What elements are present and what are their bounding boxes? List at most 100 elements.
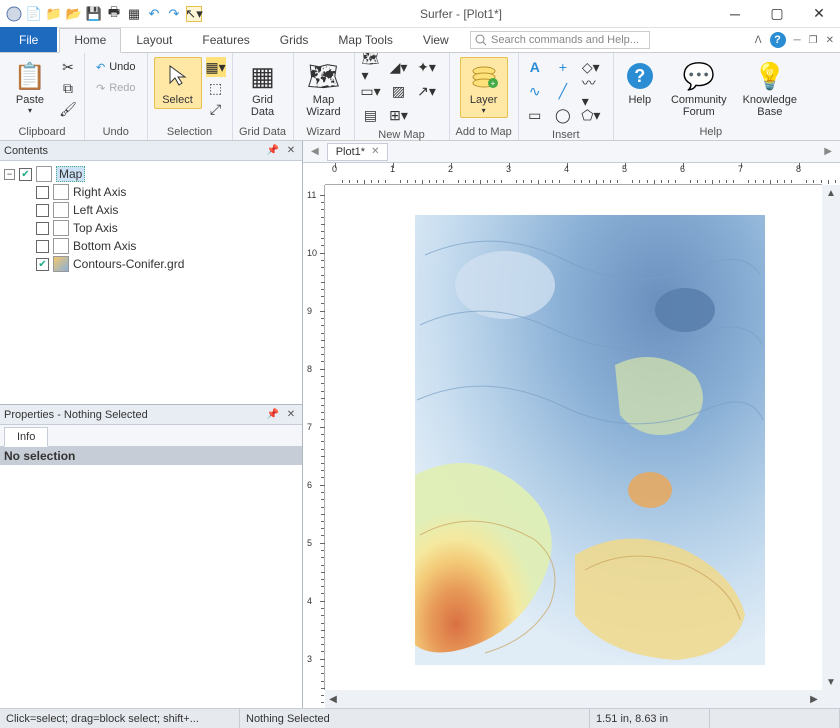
tab-view[interactable]: View xyxy=(408,28,464,52)
insert-rect-button[interactable]: ▭ xyxy=(525,105,545,125)
close-pane-icon[interactable]: ✕ xyxy=(284,144,298,158)
insert-line-button[interactable]: ╱ xyxy=(553,81,573,101)
collapse-icon[interactable]: − xyxy=(4,169,15,180)
cut-button[interactable]: ✂ xyxy=(58,57,78,77)
open-icon[interactable]: 📂 xyxy=(66,6,82,22)
newmap-image-button[interactable]: ▨ xyxy=(389,81,409,101)
collapse-ribbon-icon[interactable]: ᐱ xyxy=(755,35,762,46)
mapwizard-button[interactable]: 🗺 Map Wizard xyxy=(300,57,348,121)
insert-spline-button[interactable]: 〰▾ xyxy=(581,81,601,101)
tree-label[interactable]: Contours-Conifer.grd xyxy=(73,257,184,271)
newmap-3d-button[interactable]: ◢▾ xyxy=(389,57,409,77)
pin-icon[interactable]: 📌 xyxy=(266,408,280,422)
undo-icon[interactable]: ↶ xyxy=(146,6,162,22)
tree-label[interactable]: Left Axis xyxy=(73,203,118,217)
tree-item[interactable]: Bottom Axis xyxy=(36,237,298,255)
close-button[interactable]: ✕ xyxy=(798,0,840,28)
kb-button[interactable]: 💡 Knowledge Base xyxy=(738,57,802,121)
close-pane-icon[interactable]: ✕ xyxy=(284,408,298,422)
scroll-up-icon[interactable]: ▲ xyxy=(823,185,839,201)
group-label: Add to Map xyxy=(456,124,512,140)
checkbox[interactable] xyxy=(36,240,49,253)
grid-icon[interactable]: ▦ xyxy=(126,6,142,22)
insert-polygon-button[interactable]: ⬠▾ xyxy=(581,105,601,125)
contents-tree[interactable]: − ✔ Map Right Axis Left Axis Top Axis Botto… xyxy=(0,161,302,405)
tab-features[interactable]: Features xyxy=(187,28,264,52)
scroll-right-icon[interactable]: ▶ xyxy=(806,691,822,707)
select-opts-2[interactable]: ⬚ xyxy=(206,78,226,98)
layer-button[interactable]: + Layer▾ xyxy=(460,57,508,118)
select-button[interactable]: Select xyxy=(154,57,202,109)
insert-ellipse-button[interactable]: ◯ xyxy=(553,105,573,125)
new-folder-icon[interactable]: 📁 xyxy=(46,6,62,22)
tab-home[interactable]: Home xyxy=(59,28,121,53)
tree-label-map[interactable]: Map xyxy=(56,166,85,182)
griddata-button[interactable]: ▦ Grid Data xyxy=(239,57,287,121)
pin-icon[interactable]: 📌 xyxy=(266,144,280,158)
paste-button[interactable]: 📋 Paste▾ xyxy=(6,57,54,118)
format-painter-button[interactable]: 🖌 xyxy=(58,99,78,119)
mdi-close-icon[interactable]: ✕ xyxy=(826,35,834,46)
select-opts-3[interactable]: ⤢ xyxy=(206,99,226,119)
scroll-down-icon[interactable]: ▼ xyxy=(823,674,839,690)
horizontal-scrollbar[interactable]: ◀ ▶ xyxy=(325,690,822,708)
newmap-post-button[interactable]: ✦▾ xyxy=(417,57,437,77)
checkbox[interactable] xyxy=(36,186,49,199)
newmap-contour-button[interactable]: 🗺▾ xyxy=(361,57,381,77)
mdi-minimize-icon[interactable]: ─ xyxy=(794,35,801,46)
copy-button[interactable]: ⧉ xyxy=(58,78,78,98)
newmap-base-button[interactable]: ▭▾ xyxy=(361,81,381,101)
tree-item[interactable]: ✔ Contours-Conifer.grd xyxy=(36,255,298,273)
mdi-restore-icon[interactable]: ❐ xyxy=(809,35,818,46)
newmap-grid-button[interactable]: ⊞▾ xyxy=(389,105,409,125)
redo-button[interactable]: ↷Redo xyxy=(91,78,141,98)
checkbox[interactable] xyxy=(36,222,49,235)
map-icon xyxy=(36,166,52,182)
redo-icon[interactable]: ↷ xyxy=(166,6,182,22)
tree-label[interactable]: Top Axis xyxy=(73,221,118,235)
tree-item[interactable]: Right Axis xyxy=(36,183,298,201)
undo-button[interactable]: ↶Undo xyxy=(91,57,141,77)
help-icon[interactable]: ? xyxy=(770,32,786,48)
scroll-left-icon[interactable]: ◀ xyxy=(325,691,341,707)
group-addtomap: + Layer▾ Add to Map xyxy=(450,53,519,140)
tree-item[interactable]: Top Axis xyxy=(36,219,298,237)
plot-canvas[interactable] xyxy=(325,185,822,690)
tree-item[interactable]: Left Axis xyxy=(36,201,298,219)
minimize-button[interactable]: ─ xyxy=(714,0,756,28)
tab-grids[interactable]: Grids xyxy=(265,28,324,52)
newmap-vector-button[interactable]: ↗▾ xyxy=(417,81,437,101)
cursor-icon[interactable]: ↖▾ xyxy=(186,6,202,22)
app-icon xyxy=(6,6,22,22)
tab-layout[interactable]: Layout xyxy=(121,28,187,52)
tab-next-icon[interactable]: ▶ xyxy=(820,146,836,157)
tab-file[interactable]: File xyxy=(0,27,57,52)
checkbox[interactable]: ✔ xyxy=(36,258,49,271)
tree-label[interactable]: Right Axis xyxy=(73,185,126,199)
newmap-color-button[interactable]: ▤ xyxy=(361,105,381,125)
tree-label[interactable]: Bottom Axis xyxy=(73,239,136,253)
tree-root[interactable]: − ✔ Map xyxy=(4,165,298,183)
checkbox[interactable] xyxy=(36,204,49,217)
vertical-scrollbar[interactable]: ▲ ▼ xyxy=(822,185,840,690)
help-button[interactable]: ? Help xyxy=(620,57,660,109)
tab-prev-icon[interactable]: ◀ xyxy=(307,146,323,157)
info-tab[interactable]: Info xyxy=(4,427,48,447)
insert-polyline-button[interactable]: ∿ xyxy=(525,81,545,101)
new-icon[interactable]: 📄 xyxy=(26,6,42,22)
maximize-button[interactable]: ▢ xyxy=(756,0,798,28)
forum-icon: 💬 xyxy=(683,60,715,92)
insert-plus-button[interactable]: + xyxy=(553,57,573,77)
save-icon[interactable]: 💾 xyxy=(86,6,102,22)
status-extra xyxy=(710,709,840,728)
checkbox[interactable]: ✔ xyxy=(19,168,32,181)
tab-maptools[interactable]: Map Tools xyxy=(323,28,407,52)
close-tab-icon[interactable]: ✕ xyxy=(371,146,379,157)
insert-text-button[interactable]: A xyxy=(525,57,545,77)
plot-area[interactable]: 012345678 11109876543 xyxy=(303,163,840,708)
print-icon[interactable]: 🖶 xyxy=(106,6,122,22)
select-opts-1[interactable]: ▦▾ xyxy=(206,57,226,77)
doc-tab-plot1[interactable]: Plot1* ✕ xyxy=(327,143,389,161)
search-input[interactable]: Search commands and Help... xyxy=(470,31,650,49)
forum-button[interactable]: 💬 Community Forum xyxy=(664,57,734,121)
